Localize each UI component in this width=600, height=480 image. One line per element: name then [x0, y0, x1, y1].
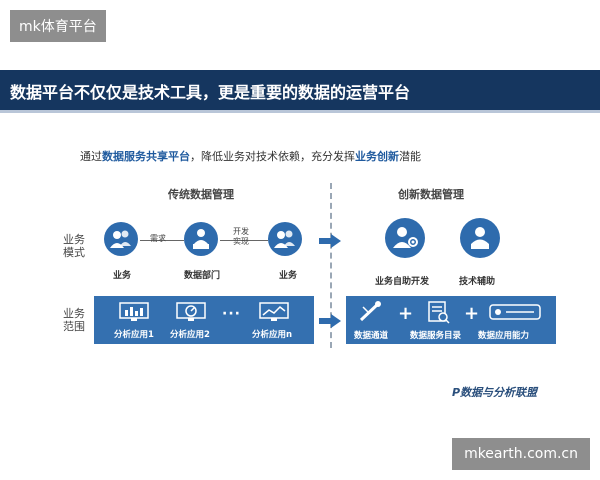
subtitle-part-1: 通过	[80, 150, 102, 163]
column-head-traditional: 传统数据管理	[168, 188, 234, 201]
monitor-line-chart-icon	[259, 302, 289, 326]
slide-title: 数据平台不仅仅是技术工具，更是重要的数据的运营平台	[10, 83, 411, 102]
monitor-chart-icon	[119, 302, 149, 326]
service-catalog-icon	[426, 300, 450, 328]
alliance-logo: P数据与分析联盟	[452, 386, 538, 399]
self-service-dev-icon	[385, 218, 425, 258]
subtitle-part-2: ，降低业务对技术依赖，充分发挥	[190, 150, 355, 163]
ellipsis: ···	[222, 306, 241, 322]
monitor-gauge-icon	[176, 302, 206, 326]
innovative-scope-panel: 数据通道 + 数据服务目录 + 数据应用能力	[346, 296, 556, 344]
watermark-top: mk体育平台	[10, 10, 106, 42]
subtitle: 通过数据服务共享平台，降低业务对技术依赖，充分发挥业务创新潜能	[80, 148, 421, 164]
plus-icon: +	[464, 303, 480, 324]
business-user-icon	[268, 222, 302, 256]
arrow-right-icon	[319, 314, 341, 328]
scope-label-service-catalog: 数据服务目录	[410, 331, 462, 341]
node-label-business-2: 业务	[279, 271, 298, 281]
scope-label-app-2: 分析应用2	[170, 330, 210, 340]
scope-label-app-n: 分析应用n	[252, 330, 293, 340]
tech-support-icon	[460, 218, 500, 258]
watermark-bottom: mkearth.com.cn	[452, 438, 590, 470]
scope-label-app-capability: 数据应用能力	[478, 331, 530, 341]
row-label-mode: 业务 模式	[63, 233, 85, 259]
subtitle-part-3: 潜能	[399, 150, 421, 163]
scope-label-app-1: 分析应用1	[114, 330, 154, 340]
edge-label-development: 开发 实现	[233, 227, 249, 246]
data-department-icon	[184, 222, 218, 256]
data-channel-icon	[358, 301, 382, 327]
title-bar: 数据平台不仅仅是技术工具，更是重要的数据的运营平台	[0, 70, 600, 113]
edge-label-demand: 需求	[150, 234, 166, 243]
row-label-scope: 业务 范围	[63, 307, 85, 333]
node-label-business-1: 业务	[113, 271, 132, 281]
business-user-icon	[104, 222, 138, 256]
app-capability-icon	[488, 302, 542, 326]
arrow-right-icon	[319, 234, 341, 248]
subtitle-highlight-2: 业务创新	[355, 150, 399, 163]
node-label-self-service: 业务自助开发	[375, 277, 430, 287]
node-label-data-department: 数据部门	[184, 271, 221, 281]
plus-icon: +	[398, 303, 414, 324]
subtitle-highlight-1: 数据服务共享平台	[102, 150, 190, 163]
scope-label-data-channel: 数据通道	[354, 331, 389, 341]
column-head-innovative: 创新数据管理	[398, 188, 464, 201]
traditional-scope-panel: 分析应用1 分析应用2 ··· 分析应用n	[94, 296, 314, 344]
node-label-tech-support: 技术辅助	[459, 277, 496, 287]
